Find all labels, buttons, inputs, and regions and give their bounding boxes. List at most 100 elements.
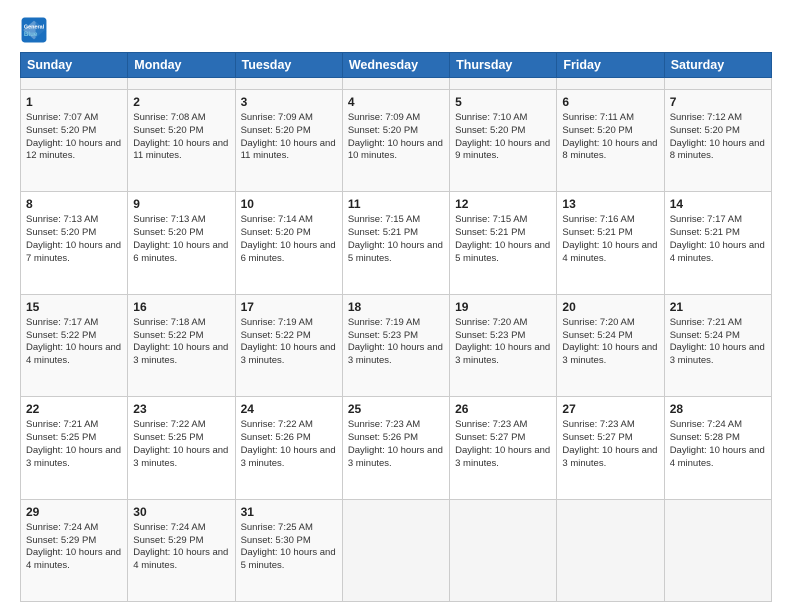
svg-text:Blue: Blue [24,31,38,38]
calendar-cell [664,499,771,602]
daylight-text: Daylight: 10 hours and 3 minutes. [670,342,765,366]
sunset-text: Sunset: 5:23 PM [455,330,525,341]
calendar-week-row: 8Sunrise: 7:13 AMSunset: 5:20 PMDaylight… [21,192,772,294]
sunrise-text: Sunrise: 7:24 AM [670,419,742,430]
calendar-cell: 9Sunrise: 7:13 AMSunset: 5:20 PMDaylight… [128,192,235,294]
header: General Blue [20,16,772,44]
sunset-text: Sunset: 5:20 PM [241,125,311,136]
sunrise-text: Sunrise: 7:22 AM [241,419,313,430]
sunrise-text: Sunrise: 7:14 AM [241,214,313,225]
sunset-text: Sunset: 5:20 PM [562,125,632,136]
day-number: 18 [348,299,444,315]
daylight-text: Daylight: 10 hours and 3 minutes. [348,342,443,366]
day-number: 29 [26,504,122,520]
sunset-text: Sunset: 5:20 PM [26,227,96,238]
day-number: 16 [133,299,229,315]
sunset-text: Sunset: 5:26 PM [241,432,311,443]
svg-text:General: General [24,24,45,30]
sunset-text: Sunset: 5:22 PM [241,330,311,341]
calendar-week-row: 15Sunrise: 7:17 AMSunset: 5:22 PMDayligh… [21,294,772,396]
calendar-day-header: Monday [128,53,235,78]
sunset-text: Sunset: 5:29 PM [133,535,203,546]
sunset-text: Sunset: 5:21 PM [670,227,740,238]
calendar-cell: 26Sunrise: 7:23 AMSunset: 5:27 PMDayligh… [450,397,557,499]
daylight-text: Daylight: 10 hours and 3 minutes. [562,342,657,366]
calendar-cell: 30Sunrise: 7:24 AMSunset: 5:29 PMDayligh… [128,499,235,602]
sunrise-text: Sunrise: 7:10 AM [455,112,527,123]
daylight-text: Daylight: 10 hours and 3 minutes. [133,445,228,469]
calendar-day-header: Wednesday [342,53,449,78]
daylight-text: Daylight: 10 hours and 3 minutes. [241,342,336,366]
sunrise-text: Sunrise: 7:19 AM [241,317,313,328]
day-number: 28 [670,401,766,417]
sunset-text: Sunset: 5:29 PM [26,535,96,546]
sunset-text: Sunset: 5:24 PM [562,330,632,341]
sunrise-text: Sunrise: 7:24 AM [133,522,205,533]
sunset-text: Sunset: 5:27 PM [455,432,525,443]
sunset-text: Sunset: 5:22 PM [26,330,96,341]
sunrise-text: Sunrise: 7:15 AM [455,214,527,225]
calendar-cell: 24 Sunrise: 7:22 AM Sunset: 5:26 PM Dayligh… [235,397,342,499]
calendar-cell: 1Sunrise: 7:07 AMSunset: 5:20 PMDaylight… [21,89,128,191]
sunset-text: Sunset: 5:26 PM [348,432,418,443]
day-number: 5 [455,94,551,110]
calendar-cell: 27Sunrise: 7:23 AMSunset: 5:27 PMDayligh… [557,397,664,499]
page: General Blue SundayMondayTuesdayWednesda… [0,0,792,612]
daylight-text: Daylight: 10 hours and 5 minutes. [241,547,336,571]
calendar-header-row: SundayMondayTuesdayWednesdayThursdayFrid… [21,53,772,78]
calendar-cell [342,78,449,90]
day-number: 21 [670,299,766,315]
calendar-cell: 2Sunrise: 7:08 AMSunset: 5:20 PMDaylight… [128,89,235,191]
day-number: 9 [133,196,229,212]
sunrise-text: Sunrise: 7:18 AM [133,317,205,328]
calendar-cell: 19 Sunrise: 7:20 AM Sunset: 5:23 PMDayligh… [450,294,557,396]
day-number: 24 [241,401,337,417]
calendar-cell: 17Sunrise: 7:19 AMSunset: 5:22 PMDayligh… [235,294,342,396]
sunrise-text: Sunrise: 7:13 AM [26,214,98,225]
day-number: 7 [670,94,766,110]
daylight-text: Daylight: 10 hours and 4 minutes. [26,342,121,366]
calendar-day-header: Thursday [450,53,557,78]
sunrise-text: Sunrise: 7:21 AM [26,419,98,430]
daylight-text: Daylight: 10 hours and 5 minutes. [348,240,443,264]
calendar-week-row: 22Sunrise: 7:21 AMSunset: 5:25 PMDayligh… [21,397,772,499]
daylight-text: Daylight: 10 hours and 7 minutes. [26,240,121,264]
day-number: 13 [562,196,658,212]
day-number: 23 [133,401,229,417]
daylight-text: Daylight: 10 hours and 4 minutes. [670,445,765,469]
day-number: 12 [455,196,551,212]
calendar-cell: 21Sunrise: 7:21 AMSunset: 5:24 PMDayligh… [664,294,771,396]
daylight-text: Daylight: 10 hours and 3 minutes. [133,342,228,366]
calendar-cell: 13Sunrise: 7:16 AMSunset: 5:21 PMDayligh… [557,192,664,294]
sunrise-text: Sunrise: 7:13 AM [133,214,205,225]
daylight-text: Daylight: 10 hours and 3 minutes. [455,445,550,469]
daylight-text: Daylight: 10 hours and 3 minutes. [455,342,550,366]
sunset-text: Sunset: 5:21 PM [562,227,632,238]
calendar-day-header: Tuesday [235,53,342,78]
sunset-text: Sunset: 5:20 PM [133,125,203,136]
sunset-text: Sunset: 5:20 PM [348,125,418,136]
daylight-text: Daylight: 10 hours and 4 minutes. [670,240,765,264]
daylight-text: Daylight: 10 hours and 12 minutes. [26,138,121,162]
day-number: 26 [455,401,551,417]
daylight-text: Daylight: 10 hours and 11 minutes. [133,138,228,162]
sunrise-text: Sunrise: 7:19 AM [348,317,420,328]
sunrise-text: Sunrise: 7:20 AM [455,317,527,328]
day-number: 22 [26,401,122,417]
sunset-text: Sunset: 5:20 PM [670,125,740,136]
calendar-table: SundayMondayTuesdayWednesdayThursdayFrid… [20,52,772,602]
calendar-cell: 31Sunrise: 7:25 AMSunset: 5:30 PMDayligh… [235,499,342,602]
calendar-cell [557,499,664,602]
sunrise-text: Sunrise: 7:24 AM [26,522,98,533]
calendar-cell: 5Sunrise: 7:10 AMSunset: 5:20 PMDaylight… [450,89,557,191]
daylight-text: Daylight: 10 hours and 3 minutes. [241,445,336,469]
calendar-cell: 11Sunrise: 7:15 AMSunset: 5:21 PMDayligh… [342,192,449,294]
daylight-text: Daylight: 10 hours and 11 minutes. [241,138,336,162]
day-number: 30 [133,504,229,520]
calendar-cell: 7Sunrise: 7:12 AMSunset: 5:20 PMDaylight… [664,89,771,191]
daylight-text: Daylight: 10 hours and 3 minutes. [26,445,121,469]
day-number: 11 [348,196,444,212]
daylight-text: Daylight: 10 hours and 10 minutes. [348,138,443,162]
sunrise-text: Sunrise: 7:25 AM [241,522,313,533]
day-number: 19 [455,299,551,315]
